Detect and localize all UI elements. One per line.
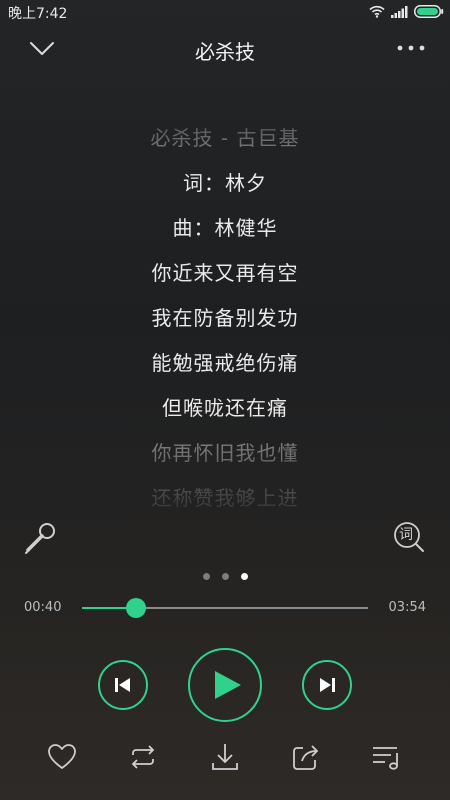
lyrics-search-icon[interactable]: 词 <box>392 520 426 554</box>
previous-button[interactable] <box>98 660 148 710</box>
lyric-line: 你近来又再有空 <box>151 261 299 285</box>
bottom-action-bar <box>0 740 450 774</box>
lyric-line: 能勉强戒绝伤痛 <box>151 351 299 375</box>
page-dot-active[interactable] <box>240 573 248 580</box>
song-title: 必杀技 <box>195 40 255 64</box>
lyric-line: 词：林夕 <box>183 171 267 195</box>
lyric-line: 你再怀旧我也懂 <box>151 441 299 465</box>
lyrics-panel[interactable]: 必杀技 - 古巨基 词：林夕 曲：林健华 你近来又再有空 我在防备别发功 能勉强… <box>0 120 450 515</box>
playback-controls <box>0 648 450 722</box>
seek-handle[interactable] <box>126 598 147 618</box>
microphone-icon[interactable] <box>22 520 58 556</box>
download-icon <box>212 744 238 770</box>
progress-bar: 00:40 03:54 <box>0 596 450 620</box>
header-bar: 必杀技 <box>0 24 450 74</box>
share-icon <box>293 745 319 770</box>
total-time: 03:54 <box>388 600 426 615</box>
status-bar: 晚上7:42 <box>0 0 450 24</box>
share-button[interactable] <box>289 740 323 774</box>
playlist-button[interactable] <box>370 740 404 774</box>
page-dot[interactable] <box>202 573 210 580</box>
lyric-line: 必杀技 - 古巨基 <box>150 126 300 150</box>
download-button[interactable] <box>208 740 242 774</box>
wifi-icon <box>369 5 385 18</box>
playlist-icon <box>373 747 398 770</box>
play-icon <box>215 671 241 699</box>
lyrics-icon-label: 词 <box>399 527 413 543</box>
lyric-line: 但喉咙还在痛 <box>162 396 288 420</box>
repeat-button[interactable] <box>126 740 160 774</box>
lyric-line: 曲：林健华 <box>172 216 278 240</box>
battery-icon <box>414 5 444 18</box>
page-indicator <box>0 573 450 580</box>
previous-track-icon <box>115 678 130 692</box>
current-time: 00:40 <box>24 600 62 615</box>
repeat-icon <box>131 745 155 769</box>
seek-track[interactable] <box>82 598 368 618</box>
signal-icon <box>391 5 408 18</box>
more-dots-icon[interactable] <box>396 38 426 58</box>
page-dot[interactable] <box>221 573 229 580</box>
next-button[interactable] <box>302 660 352 710</box>
lyric-line: 我在防备别发功 <box>151 306 299 330</box>
status-time: 晚上7:42 <box>8 6 68 22</box>
lyric-line: 还称赞我够上进 <box>151 486 299 510</box>
next-track-icon <box>320 678 335 692</box>
favorite-button[interactable] <box>45 740 79 774</box>
heart-icon <box>48 744 76 769</box>
status-icons <box>369 5 444 18</box>
play-button[interactable] <box>188 648 262 722</box>
